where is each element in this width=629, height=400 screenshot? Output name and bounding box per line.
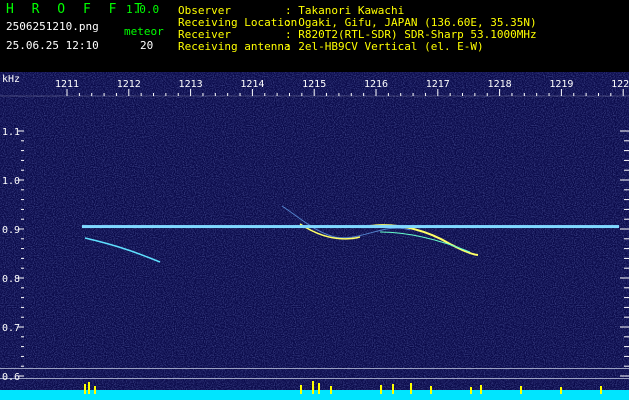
image-filename: 2506251210.png: [6, 20, 99, 33]
x-tick-label: 1220: [611, 79, 629, 90]
x-tick-label: 1212: [117, 79, 141, 90]
antenna-label: Receiving antenna: [178, 40, 291, 53]
meteor-count-label: meteor: [124, 25, 164, 38]
y-tick-label: 0.8: [2, 274, 20, 285]
level-peak: [312, 381, 314, 394]
x-tick-label: 1215: [302, 79, 326, 90]
spectrogram: 1211 1212 1213 1214 1215 1216 1217 1218 1219 1220…: [0, 72, 629, 400]
y-tick-label: 0.7: [2, 323, 20, 334]
level-peak: [94, 386, 96, 394]
y-tick-label: 0.6: [2, 372, 20, 383]
meteor-count-value: 20: [140, 39, 154, 52]
level-peak: [88, 382, 90, 394]
x-tick-label: 1216: [364, 79, 388, 90]
app-version: 1.0.0: [126, 3, 160, 16]
baseline-lower: [0, 378, 629, 379]
level-peak: [470, 387, 472, 394]
x-tick-label: 1219: [549, 79, 573, 90]
level-peak: [84, 384, 86, 394]
y-tick-label: 1.0: [2, 176, 20, 187]
level-peak: [300, 385, 302, 394]
level-peak: [520, 386, 522, 394]
level-peak: [318, 383, 320, 394]
x-tick-label: 1214: [240, 79, 264, 90]
level-peak: [410, 383, 412, 394]
spectrogram-panel: 1211 1212 1213 1214 1215 1216 1217 1218 1219 1220…: [0, 72, 629, 400]
y-tick-label: 1.1: [2, 127, 20, 138]
level-peak: [380, 385, 382, 394]
level-peak: [480, 385, 482, 394]
level-peak: [330, 386, 332, 394]
level-peak: [600, 386, 602, 394]
observation-datetime: 25.06.25 12:10: [6, 39, 99, 52]
y-tick-label: 0.9: [2, 225, 20, 236]
y-axis-unit: kHz: [2, 74, 20, 85]
antenna-value: : 2el-HB9CV Vertical (el. E-W): [285, 40, 484, 53]
baseline-upper: [0, 368, 629, 369]
x-tick-label: 1218: [488, 79, 512, 90]
x-tick-label: 1217: [426, 79, 450, 90]
noise-texture: [0, 72, 629, 400]
x-tick-label: 1211: [55, 79, 79, 90]
carrier-line: [82, 225, 619, 229]
level-peak: [392, 384, 394, 394]
level-peak: [430, 386, 432, 394]
level-peak: [560, 387, 562, 394]
x-tick-label: 1213: [179, 79, 203, 90]
header-panel: H R O F F T 1.0.0 2506251210.png 25.06.2…: [0, 0, 629, 72]
